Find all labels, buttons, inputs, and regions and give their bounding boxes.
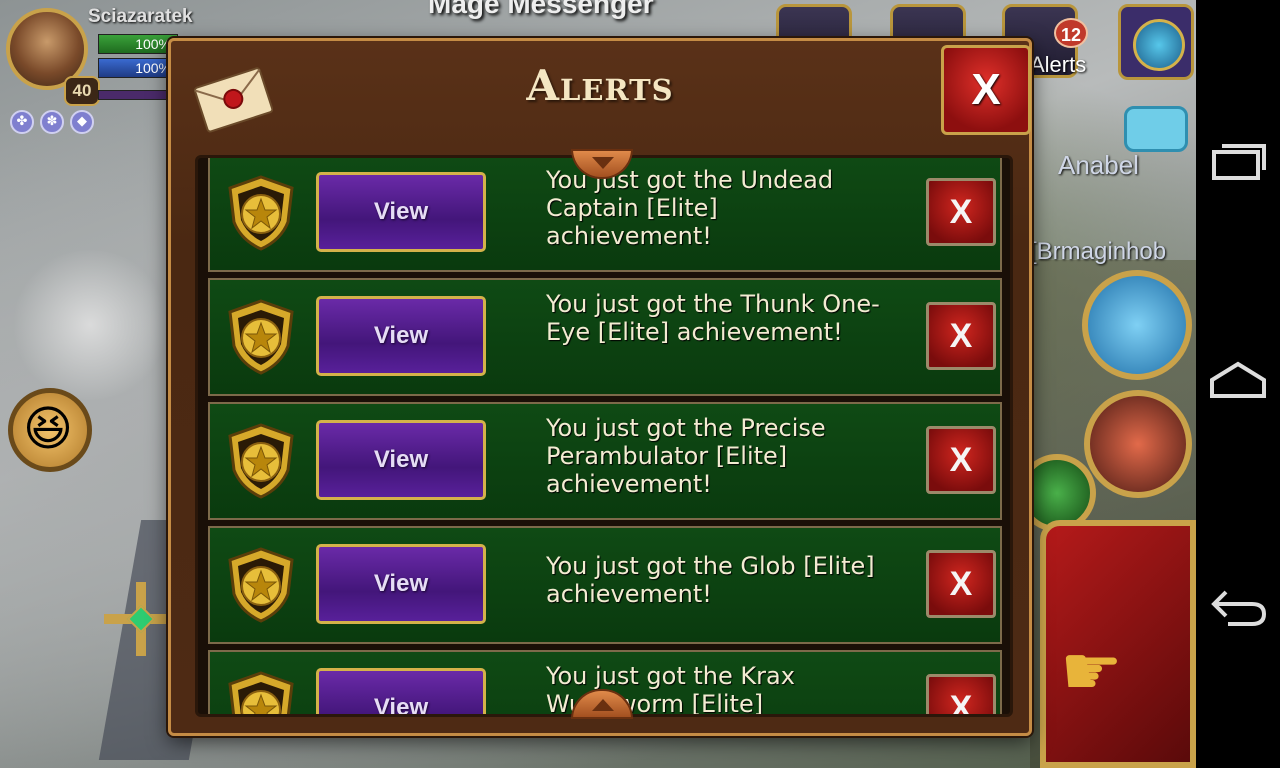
alerts-dialog: Alerts X View You just got the Undead Ca… bbox=[168, 38, 1032, 736]
health-bar: 100% bbox=[98, 34, 178, 54]
achievement-shield-icon bbox=[228, 547, 294, 623]
player-level-badge: 40 bbox=[64, 76, 100, 106]
back-icon[interactable] bbox=[1206, 576, 1270, 636]
dpad-icon[interactable] bbox=[104, 582, 178, 656]
alerts-count-badge: 12 bbox=[1054, 18, 1088, 48]
top-title: Mage Messenger bbox=[428, 0, 654, 19]
achievement-shield-icon bbox=[228, 423, 294, 499]
android-nav-bar bbox=[1196, 0, 1280, 768]
xp-bar bbox=[98, 90, 178, 100]
shield-icon[interactable]: ◆ bbox=[70, 110, 94, 134]
clover-icon[interactable]: ✤ bbox=[10, 110, 34, 134]
alert-row: View You just got the Thunk One-Eye [Eli… bbox=[208, 278, 1002, 396]
hand-pointer-icon: ☛ bbox=[1060, 630, 1123, 712]
achievement-shield-icon bbox=[228, 299, 294, 375]
dismiss-alert-button[interactable]: X bbox=[926, 426, 996, 494]
dialog-title: Alerts bbox=[526, 61, 674, 110]
smoke-effect bbox=[10, 250, 170, 400]
alert-row: View You just got the Glob [Elite] achie… bbox=[208, 526, 1002, 644]
emote-button[interactable] bbox=[8, 388, 92, 472]
pet-skill-button[interactable] bbox=[1082, 270, 1192, 380]
alert-message: You just got the Thunk One-Eye [Elite] a… bbox=[546, 290, 880, 346]
alert-message: You just got the Precise Perambulator [E… bbox=[546, 414, 826, 498]
guild-name-label[interactable]: [Brmaginhob bbox=[1030, 238, 1166, 266]
alerts-list[interactable]: View You just got the Undead Captain [El… bbox=[195, 155, 1013, 717]
fire-skill-button[interactable] bbox=[1084, 390, 1192, 498]
alert-message: You just got the Glob [Elite] achievemen… bbox=[546, 552, 875, 608]
alert-row: View You just got the Precise Perambulat… bbox=[208, 402, 1002, 520]
achievement-shield-icon bbox=[228, 175, 294, 251]
player-name: Sciazaratek bbox=[88, 6, 193, 27]
view-button[interactable]: View bbox=[316, 420, 486, 500]
view-button[interactable]: View bbox=[316, 668, 486, 714]
chat-bubble-icon[interactable] bbox=[1124, 106, 1188, 152]
dismiss-alert-button[interactable]: X bbox=[926, 178, 996, 246]
npc-name-label[interactable]: Anabel bbox=[1058, 150, 1139, 181]
compass-icon[interactable] bbox=[1118, 4, 1194, 80]
dismiss-alert-button[interactable]: X bbox=[926, 550, 996, 618]
close-dialog-button[interactable]: X bbox=[941, 45, 1031, 135]
view-button[interactable]: View bbox=[316, 544, 486, 624]
view-button[interactable]: View bbox=[316, 172, 486, 252]
paw-icon[interactable]: ✽ bbox=[40, 110, 64, 134]
home-icon[interactable] bbox=[1206, 352, 1270, 412]
alerts-hud-label: Alerts bbox=[1030, 52, 1087, 77]
dismiss-alert-button[interactable]: X bbox=[926, 302, 996, 370]
achievement-shield-icon bbox=[228, 671, 294, 714]
alerts-scroll-area[interactable]: View You just got the Undead Captain [El… bbox=[198, 158, 1010, 714]
recent-apps-icon[interactable] bbox=[1206, 130, 1270, 190]
view-button[interactable]: View bbox=[316, 296, 486, 376]
mana-bar: 100% bbox=[98, 58, 178, 78]
dismiss-alert-button[interactable]: X bbox=[926, 674, 996, 714]
